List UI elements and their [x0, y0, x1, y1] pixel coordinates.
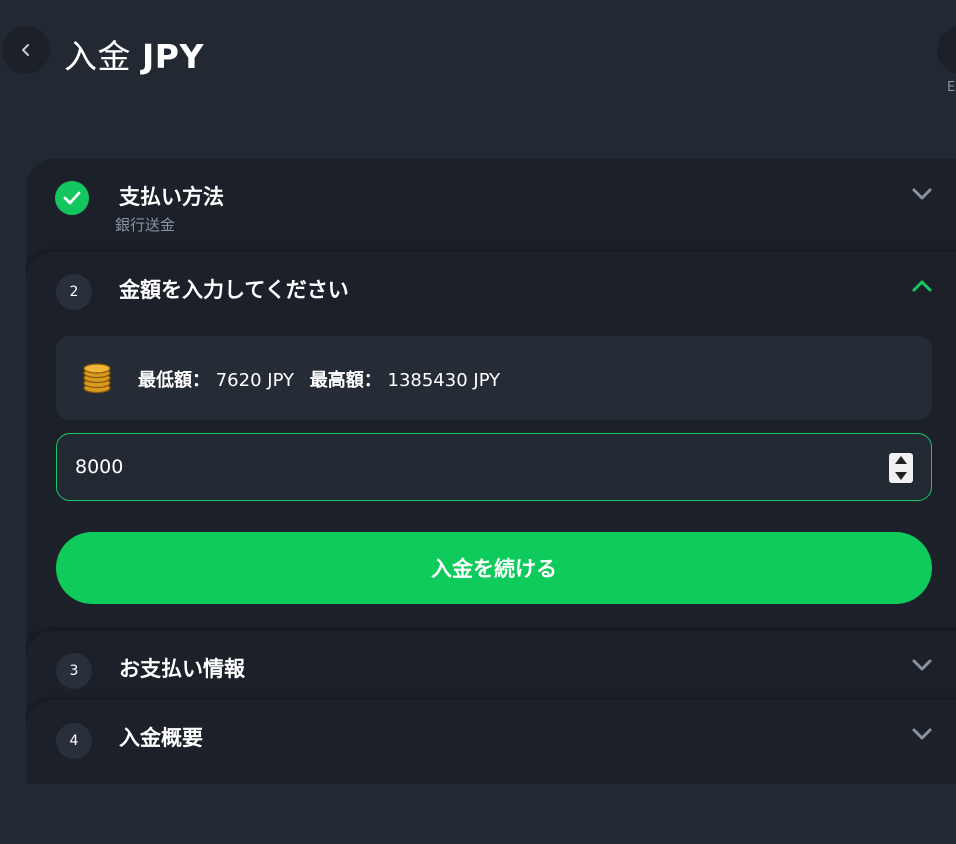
- corner-label: E: [947, 80, 956, 95]
- step-deposit-summary[interactable]: 4 入金概要: [26, 700, 956, 784]
- min-amount-value: 7620 JPY: [215, 370, 295, 391]
- back-button[interactable]: [2, 26, 50, 74]
- page-title-main: 入金: [64, 37, 131, 76]
- limits-text: 最低額： 7620 JPY 最高額： 1385430 JPY: [138, 366, 510, 392]
- amount-field: [56, 433, 932, 501]
- decrement-icon[interactable]: [895, 472, 907, 480]
- step-title: 金額を入力してください: [119, 278, 349, 302]
- continue-deposit-button[interactable]: 入金を続ける: [56, 532, 932, 604]
- max-amount-label: 最高額：: [309, 370, 382, 391]
- step-title: お支払い情報: [119, 657, 245, 681]
- min-amount-label: 最低額：: [138, 370, 210, 391]
- deposit-page: 入金 JPY E 支払い方法 銀行送金 2 金額を入力してください 最低額： 7…: [0, 0, 956, 844]
- amount-stepper[interactable]: [889, 453, 913, 483]
- step-number-badge: 4: [56, 723, 92, 759]
- step-subtitle: 銀行送金: [115, 216, 176, 234]
- amount-input[interactable]: [75, 434, 835, 500]
- step-title: 入金概要: [119, 726, 203, 750]
- step-title: 支払い方法: [119, 185, 224, 209]
- step-number-badge: 3: [56, 653, 92, 689]
- step-payment-info[interactable]: 3 お支払い情報: [26, 631, 956, 711]
- chevron-down-icon[interactable]: [910, 657, 934, 673]
- max-amount-value: 1385430 JPY: [387, 370, 501, 391]
- page-title-currency: JPY: [142, 37, 204, 76]
- chevron-left-icon: [22, 44, 29, 56]
- deposit-limits-box: 最低額： 7620 JPY 最高額： 1385430 JPY: [56, 336, 932, 420]
- chevron-down-icon[interactable]: [910, 726, 934, 742]
- chevron-down-icon[interactable]: [910, 186, 934, 202]
- step-completed-check: [55, 181, 89, 215]
- check-icon: [63, 191, 81, 205]
- deposit-steps-panel: 支払い方法 銀行送金 2 金額を入力してください 最低額： 7620 JPY 最…: [26, 159, 956, 784]
- step-enter-amount: 2 金額を入力してください 最低額： 7620 JPY 最高額： 1385430…: [26, 252, 956, 635]
- increment-icon[interactable]: [895, 456, 907, 464]
- coins-icon: [83, 363, 111, 394]
- step-number-badge: 2: [56, 274, 92, 310]
- page-title: 入金 JPY: [64, 30, 204, 78]
- step-payment-method[interactable]: 支払い方法 銀行送金: [26, 159, 956, 255]
- corner-button[interactable]: [937, 26, 956, 74]
- chevron-up-icon[interactable]: [910, 278, 934, 294]
